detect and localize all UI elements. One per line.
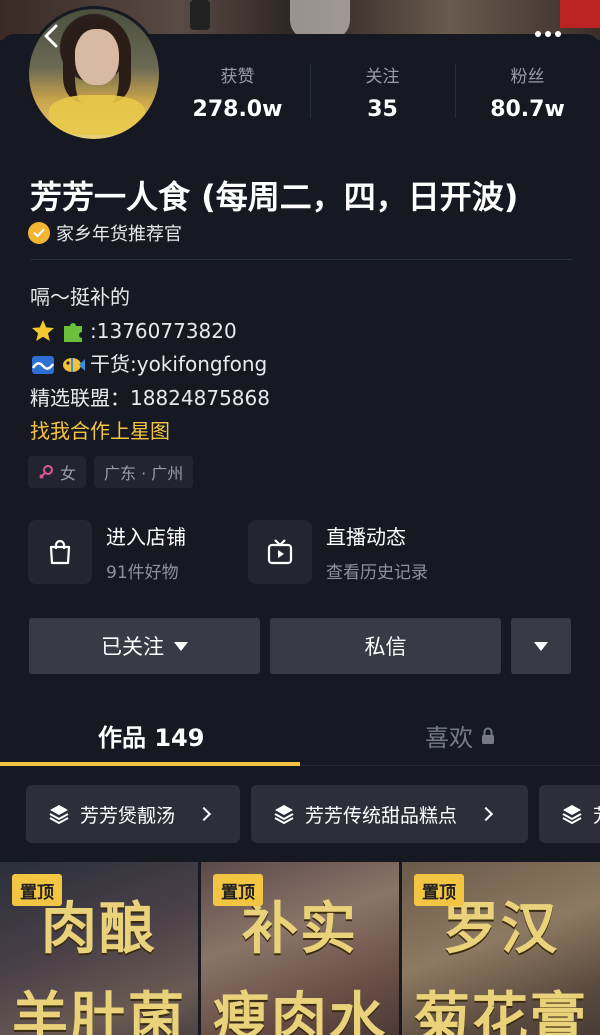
active-tab-indicator [0, 762, 300, 766]
location-tag: 广东 · 广州 [94, 456, 194, 488]
bio-line: 嗝～挺补的 [30, 285, 130, 309]
live-title: 直播动态 [326, 525, 406, 549]
collection-label: 芳 [593, 801, 600, 828]
tab-likes[interactable]: 喜欢 [425, 718, 495, 753]
message-label: 私信 [364, 635, 407, 659]
shopping-bag-icon [28, 520, 92, 584]
stat-likes[interactable]: 获赞 278.0w [165, 60, 310, 130]
caret-down-icon [174, 641, 188, 651]
verified-badge[interactable]: 家乡年货推荐官 [28, 220, 182, 246]
video-grid: 置顶 肉酿 羊肚菌 置顶 补实 瘦肉水 置顶 罗汉 菊花膏 [0, 862, 600, 1035]
chevron-left-icon [44, 24, 58, 48]
collection-chip[interactable]: 芳芳传统甜品糕点 [251, 785, 528, 843]
stat-value: 80.7w [490, 97, 565, 122]
stat-label: 粉丝 [510, 67, 545, 87]
tab-works[interactable]: 作品 149 [98, 718, 204, 753]
stat-label: 关注 [365, 67, 400, 87]
tab-likes-label: 喜欢 [425, 724, 473, 752]
pinned-badge: 置顶 [414, 874, 464, 906]
back-button[interactable] [36, 20, 68, 52]
shop-title: 进入店铺 [106, 525, 186, 549]
layers-icon [274, 805, 294, 825]
puzzle-emoji-icon [64, 323, 82, 343]
stats-bar: 获赞 278.0w 关注 35 粉丝 80.7w [165, 60, 600, 130]
check-badge-icon [28, 222, 50, 244]
video-title-line: 羊肚菌 [12, 986, 186, 1035]
badge-text: 家乡年货推荐官 [56, 224, 182, 245]
stat-following[interactable]: 关注 35 [310, 60, 455, 130]
female-icon [39, 465, 53, 479]
recommend-toggle-button[interactable] [511, 618, 571, 674]
video-thumbnail[interactable]: 置顶 罗汉 菊花膏 [402, 862, 600, 1035]
message-button[interactable]: 私信 [270, 618, 501, 674]
wave-emoji-icon [31, 355, 55, 374]
star-emoji-icon [32, 320, 54, 342]
pinned-badge: 置顶 [213, 874, 263, 906]
chevron-right-icon [478, 806, 494, 822]
collection-label: 芳芳传统甜品糕点 [305, 804, 458, 827]
more-options-button[interactable] [530, 22, 566, 46]
live-subtitle: 查看历史记录 [326, 563, 428, 583]
profile-name: 芳芳一人食 (每周二，四，日开波) [30, 178, 519, 216]
tv-play-icon [248, 520, 312, 584]
chevron-right-icon [196, 806, 212, 822]
bio-alliance: 精选联盟：18824875868 [30, 385, 270, 410]
collab-link[interactable]: 找我合作上星图 [30, 415, 170, 449]
gender-text: 女 [60, 464, 77, 483]
layers-icon [49, 805, 69, 825]
collection-chip[interactable]: 芳 [539, 785, 600, 843]
collection-strip: 芳芳煲靓汤 芳芳传统甜品糕点 芳 [0, 785, 600, 845]
profile-tags: 女 广东 · 广州 [28, 456, 194, 488]
stat-followers[interactable]: 粉丝 80.7w [455, 60, 600, 130]
video-title-line: 瘦肉水 [213, 986, 387, 1035]
pinned-badge: 置顶 [12, 874, 62, 906]
layers-icon [562, 805, 582, 825]
video-thumbnail[interactable]: 置顶 补实 瘦肉水 [201, 862, 399, 1035]
content-tabs: 作品 149 喜欢 [0, 704, 600, 766]
more-dots-icon [535, 31, 541, 37]
video-title-line: 菊花膏 [414, 986, 588, 1035]
collection-chip[interactable]: 芳芳煲靓汤 [26, 785, 240, 843]
bio: 嗝～挺补的 :13760773820 干货:yokifongfong 精选联盟：… [30, 281, 270, 449]
video-thumbnail[interactable]: 置顶 肉酿 羊肚菌 [0, 862, 198, 1035]
caret-down-icon [534, 641, 548, 651]
followed-label: 已关注 [101, 635, 164, 659]
stat-label: 获赞 [220, 67, 255, 87]
bio-wechat: 干货:yokifongfong [90, 352, 268, 376]
stat-value: 278.0w [192, 97, 283, 122]
lock-icon [482, 727, 494, 744]
stat-value: 35 [367, 97, 398, 122]
shop-entry[interactable]: 进入店铺 91件好物 [28, 520, 186, 584]
followed-button[interactable]: 已关注 [29, 618, 260, 674]
divider [30, 259, 572, 260]
bio-phone: :13760773820 [90, 318, 237, 343]
live-entry[interactable]: 直播动态 查看历史记录 [248, 520, 428, 584]
fish-emoji-icon [63, 357, 85, 372]
location-text: 广东 · 广州 [104, 464, 184, 483]
collection-label: 芳芳煲靓汤 [80, 804, 176, 827]
shop-subtitle: 91件好物 [106, 563, 179, 583]
gender-tag: 女 [28, 456, 87, 488]
